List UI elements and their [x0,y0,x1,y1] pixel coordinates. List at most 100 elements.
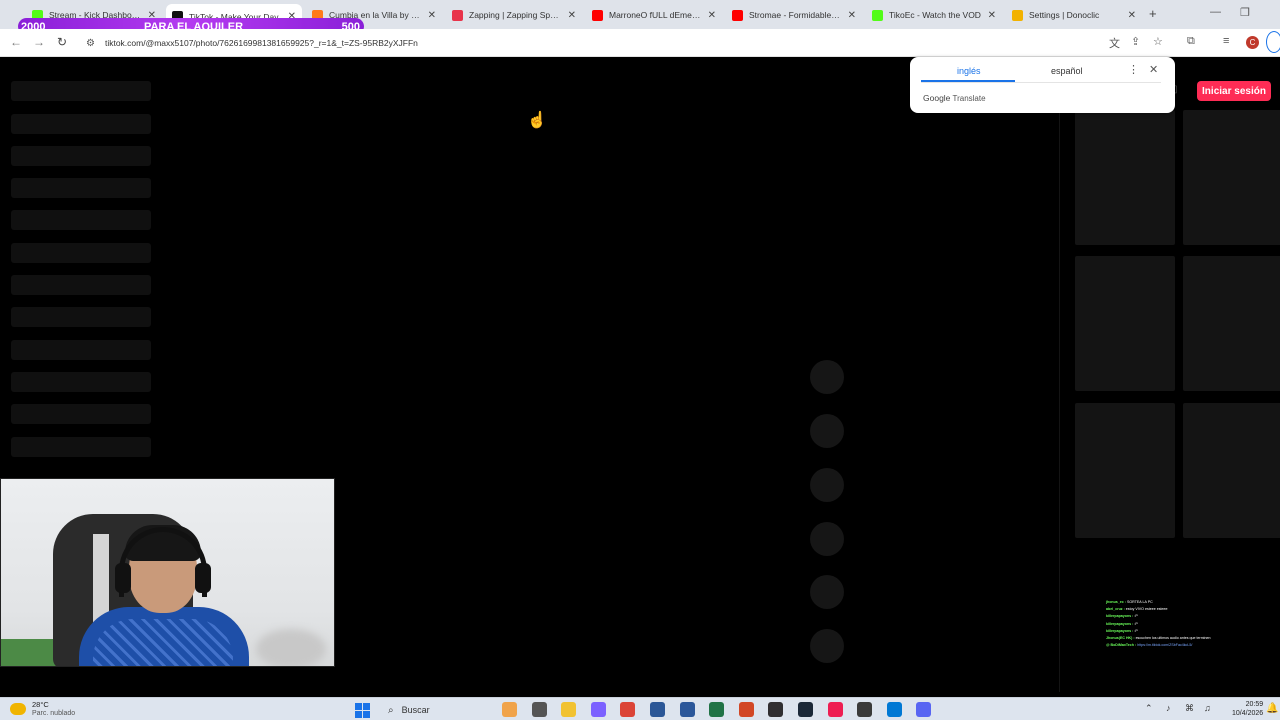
skeleton-row [11,275,151,295]
hand-cursor-icon: ☝ [527,112,547,129]
grid-tile[interactable] [1183,403,1280,538]
weather-condition: Parc. nublado [32,710,76,717]
folder-icon[interactable] [561,702,577,717]
popup-divider [921,82,1161,83]
chrome-icon[interactable] [620,702,636,717]
more-button[interactable] [810,575,844,609]
list-icon[interactable]: ≡ [1223,35,1229,47]
calculator-icon[interactable] [857,702,873,717]
obs-icon[interactable] [768,702,784,717]
close-icon[interactable]: ✕ [848,10,856,21]
login-button[interactable]: Iniciar sesión [1197,81,1271,101]
source-language-tab[interactable]: inglés [957,66,981,76]
share-button[interactable] [810,522,844,556]
weather-widget[interactable]: 28°C Parc. nublado [10,700,75,718]
screen: Stream - Kick Dashboard ✕ TikTok - Make … [0,0,1280,720]
address-bar[interactable]: ⚙ tiktok.com/@maxx5107/photo/76261699813… [80,33,1100,53]
save-button[interactable] [810,468,844,502]
grid-tile[interactable] [1183,110,1280,245]
skeleton-row [11,146,151,166]
close-icon[interactable]: ✕ [428,10,436,21]
minimize-icon[interactable]: — [1210,6,1221,18]
grid-tile[interactable] [1075,403,1175,538]
clock-time: 20:59 [1245,701,1264,708]
discord-icon[interactable] [916,702,932,717]
file-explorer-icon[interactable] [531,702,547,717]
restore-icon[interactable]: ❐ [1240,6,1250,19]
comment-button[interactable] [810,414,844,448]
tab-stromae[interactable]: Stromae - Formidable (Li ✕ [726,4,862,26]
tab-zapping[interactable]: Zapping | Zapping Sports ✕ [446,4,582,26]
excel-icon[interactable] [709,702,725,717]
headset-icon [115,563,131,593]
close-icon[interactable]: ✕ [708,10,716,21]
tab-donoclic[interactable]: Settings | Donoclic ✕ [1006,4,1142,26]
grid-tile[interactable] [1075,256,1175,391]
youtube-icon [732,9,743,21]
tab-marroneo[interactable]: MarroneO fULL dEmenCi ✕ [586,4,722,26]
skeleton-row [11,307,151,327]
tab-title: Zapping | Zapping Sports [469,10,562,20]
plus-icon[interactable]: + [1149,6,1157,21]
content-divider [1059,110,1060,692]
close-icon[interactable]: ✕ [988,10,996,21]
streamer-shirt [93,619,233,666]
skeleton-row [11,372,151,392]
skeleton-row [11,114,151,134]
browser-toolbar: ← → ↻ ⚙ tiktok.com/@maxx5107/photo/76261… [0,29,1280,57]
skeleton-row [11,210,151,230]
translate-icon[interactable]: 文 [1109,35,1120,51]
like-button[interactable] [810,360,844,394]
kebab-menu-icon[interactable] [1266,31,1280,53]
partly-cloudy-icon [10,703,26,715]
tab-tikoec[interactable]: TikoEc - Watch the VOD ✕ [866,4,1002,26]
star-icon[interactable]: ☆ [1153,35,1163,48]
chat-message: @ BoDiMaxTech : https://m.tiktok.com/ZSb… [1106,643,1193,648]
chat-message: jhonus_ec : SORTEA LA PC [1106,600,1153,604]
chat-message: killerpapayons : :P [1106,628,1138,633]
grid-tile[interactable] [1183,256,1280,391]
close-icon[interactable]: ✕ [568,10,576,21]
chevron-up-icon[interactable]: ⌃ [1145,703,1153,714]
network-icon[interactable]: ⌘ [1185,703,1194,714]
install-icon[interactable]: ⇪ [1131,35,1140,48]
taskbar-search[interactable]: ⌕ Buscar [384,701,494,719]
reload-icon[interactable]: ↻ [57,35,67,49]
microphone-icon[interactable]: ♪ [1166,703,1171,713]
kebab-menu-icon[interactable]: ⋮ [1128,63,1139,76]
close-icon[interactable]: ✕ [1128,10,1136,21]
chat-message: Jhonus(EC HK) : escuchen los ultimos aud… [1106,636,1211,641]
target-language-tab[interactable]: español [1051,66,1083,76]
close-icon[interactable]: ✕ [1149,63,1158,76]
arrow-left-icon[interactable]: ← [10,35,22,49]
widgets-icon[interactable] [502,702,517,717]
zapping-icon [452,9,463,21]
puzzle-icon[interactable]: ⧉ [1187,35,1195,48]
steam-icon[interactable] [798,702,813,717]
tab-title: MarroneO fULL dEmenCi [609,10,702,20]
tab-title: TikoEc - Watch the VOD [889,10,981,20]
windows-taskbar: 28°C Parc. nublado ⌕ Buscar ⌃ ♪ ⌘ ♫ 20:5… [0,697,1280,720]
youtube-icon [592,9,603,21]
clock-date: 10/4/2026 [1232,710,1264,717]
powerpoint-icon[interactable] [738,702,754,717]
settings-app-icon[interactable] [886,702,902,717]
profile-icon[interactable]: C [1246,36,1259,49]
copilot-icon[interactable] [590,702,606,717]
windows-start-icon[interactable] [355,703,370,718]
chat-message: killerpapayons : :P [1106,614,1138,619]
system-clock[interactable]: 20:59 10/4/2026 [1232,700,1263,718]
arrow-right-icon[interactable]: → [33,35,45,49]
chat-message: abel_cruz : estoy VIVO esteee esteee [1106,607,1168,612]
google-translate-logo: Google Translate [923,93,986,103]
tiktok-icon[interactable] [827,702,843,717]
search-icon: ⌕ [388,704,394,716]
word-icon[interactable] [679,702,695,717]
grid-tile[interactable] [1075,110,1175,245]
sound-button[interactable] [810,629,844,663]
stream-chat-overlay: jhonus_ec : SORTEA LA PC abel_cruz : est… [1106,599,1226,649]
tune-icon[interactable]: ⚙ [86,38,95,49]
volume-icon[interactable]: ♫ [1204,703,1211,713]
notification-icon[interactable]: 🔔 [1266,703,1278,714]
store-icon[interactable] [650,702,665,717]
